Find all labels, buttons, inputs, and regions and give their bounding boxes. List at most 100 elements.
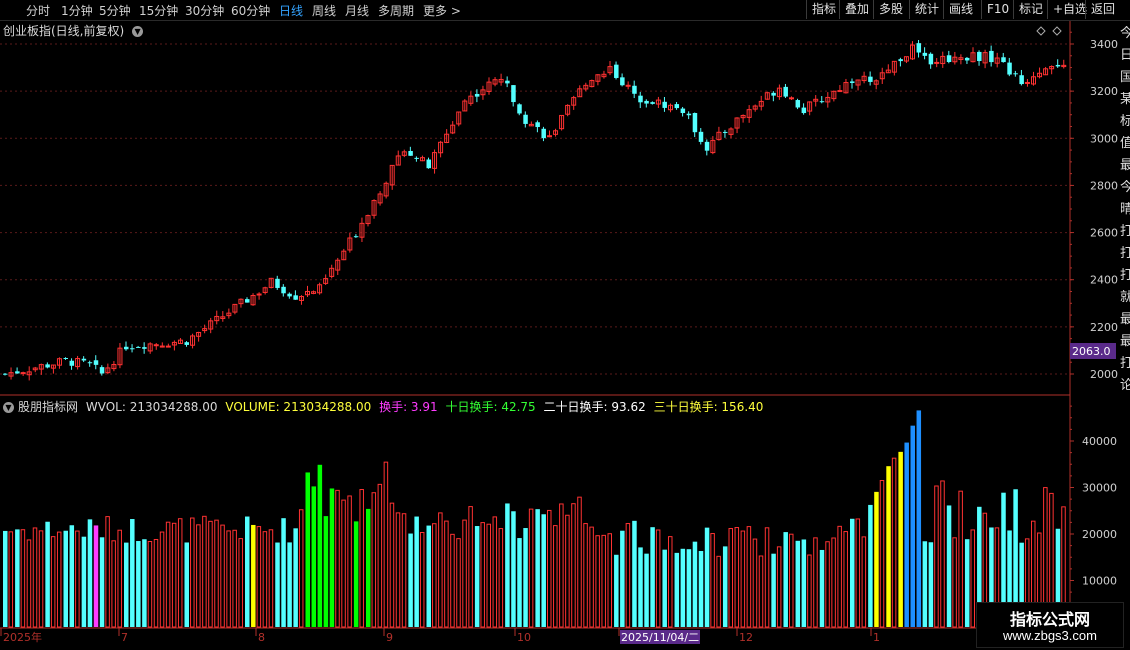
candle-body-down <box>922 52 928 56</box>
candle-body-down <box>977 51 982 62</box>
period-5min[interactable]: 5分钟 <box>99 2 131 19</box>
current-price-label: 2063.0 <box>1072 345 1111 358</box>
volume-bar <box>93 525 99 627</box>
candle-body-down <box>184 342 189 345</box>
volume-bar <box>438 512 443 628</box>
indicator-name[interactable]: 股朋指标网 <box>18 400 78 414</box>
candle-body-down <box>783 86 788 97</box>
volume-bar <box>940 480 945 628</box>
volume-bar <box>776 546 782 628</box>
volume-bar <box>450 533 455 628</box>
side-info-char: 最 <box>1120 312 1130 327</box>
volume-bar <box>165 521 171 628</box>
volume-bar <box>535 509 540 627</box>
price-tick-label: 3000 <box>1090 132 1118 145</box>
candle-body-down <box>99 367 105 374</box>
volume-bar <box>268 529 274 628</box>
candle-body-down <box>426 159 431 169</box>
candle-body-down <box>124 346 129 350</box>
candle-body-up <box>1024 81 1030 84</box>
period-60min[interactable]: 60分钟 <box>231 2 270 19</box>
chart-canvas[interactable]: 3400 3200 3000 2800 2600 2400 2200 2000 2063.0 40… <box>0 0 1130 650</box>
volume-bar <box>511 511 516 627</box>
volume-bar <box>486 523 491 628</box>
volume-bar <box>238 538 243 628</box>
volume-bar <box>8 531 14 628</box>
volume-bar <box>335 489 340 628</box>
side-info-char: 今 <box>1120 26 1130 41</box>
candle-body-up <box>547 135 552 138</box>
chart-title[interactable]: 创业板指(日线,前复权) <box>3 24 124 38</box>
volume-bar <box>922 541 928 627</box>
candle-body-down <box>650 102 655 104</box>
draw-line-button[interactable]: 画线 <box>943 0 978 19</box>
volume-bar <box>607 533 612 628</box>
candle-body-down <box>704 141 710 151</box>
candle-body-down <box>620 77 625 86</box>
mark-button[interactable]: 标记 <box>1013 0 1048 19</box>
volume-bar <box>650 527 655 627</box>
volume-bar <box>541 514 546 627</box>
stats-button[interactable]: 统计 <box>909 0 944 19</box>
candle-body-down <box>69 360 75 366</box>
candle-body-up <box>153 344 159 347</box>
candle-body-down <box>535 122 540 128</box>
candle-body-down <box>408 150 413 156</box>
volume-bar <box>287 542 292 627</box>
indicator-button[interactable]: 指标 <box>806 0 841 19</box>
candle-body-up <box>165 345 171 348</box>
candle-body-down <box>45 364 50 368</box>
period-30min[interactable]: 30分钟 <box>185 2 224 19</box>
chevron-down-icon[interactable]: ▼ <box>3 402 14 413</box>
period-daily[interactable]: 日线 <box>279 2 303 19</box>
candle-body-down <box>287 293 292 297</box>
period-more[interactable]: 更多 > <box>423 2 461 19</box>
period-weekly[interactable]: 周线 <box>312 2 336 19</box>
candle-body-down <box>868 76 873 82</box>
multi-stock-button[interactable]: 多股 <box>873 0 908 19</box>
volume-bar <box>716 555 721 628</box>
time-axis-label: 7 <box>121 631 128 644</box>
volume-tick-label: 20000 <box>1082 528 1117 541</box>
f10-button[interactable]: F10 <box>981 0 1014 19</box>
volume-bar <box>347 495 352 628</box>
chevron-down-icon[interactable]: ▼ <box>132 26 144 37</box>
candle-body-down <box>692 113 698 133</box>
candle-body-down <box>771 92 776 96</box>
volume-bar <box>359 489 364 628</box>
back-button[interactable]: 返回 <box>1085 0 1120 19</box>
overlay-button[interactable]: 叠加 <box>839 0 874 19</box>
time-axis-label: 8 <box>258 631 265 644</box>
diamond-icon <box>1052 26 1062 36</box>
volume-bar <box>879 480 885 628</box>
volume-bar <box>644 553 649 627</box>
candle-body-down <box>1007 62 1012 75</box>
side-info-char: 国 <box>1120 70 1130 85</box>
candle-body-down <box>136 346 141 348</box>
volume-bar <box>614 554 619 627</box>
candle-body-down <box>795 100 801 108</box>
volume-tick-label: 10000 <box>1082 575 1117 588</box>
volume-bar <box>807 554 812 628</box>
candle-body-down <box>474 93 480 97</box>
volume-bar <box>293 528 298 627</box>
volume-bar <box>970 529 975 628</box>
volume-bar <box>214 519 219 628</box>
volume-bar <box>136 541 141 627</box>
volume-bar <box>601 534 606 628</box>
period-fenshi[interactable]: 分时 <box>26 2 50 19</box>
volume-bar <box>801 539 807 627</box>
period-monthly[interactable]: 月线 <box>345 2 369 19</box>
volume-bar <box>886 466 891 627</box>
volume-tick-label: 40000 <box>1082 435 1117 448</box>
side-info-char: 晴 <box>1120 202 1130 217</box>
period-15min[interactable]: 15分钟 <box>139 2 178 19</box>
diamond-icon <box>1036 26 1046 36</box>
period-multi[interactable]: 多周期 <box>378 2 414 19</box>
volume-bar <box>329 488 335 627</box>
side-info-char: 某 <box>1120 92 1130 107</box>
volume-bar <box>341 499 346 628</box>
period-1min[interactable]: 1分钟 <box>61 2 93 19</box>
candle-body-down <box>63 357 68 359</box>
candle-body-down <box>142 347 147 349</box>
